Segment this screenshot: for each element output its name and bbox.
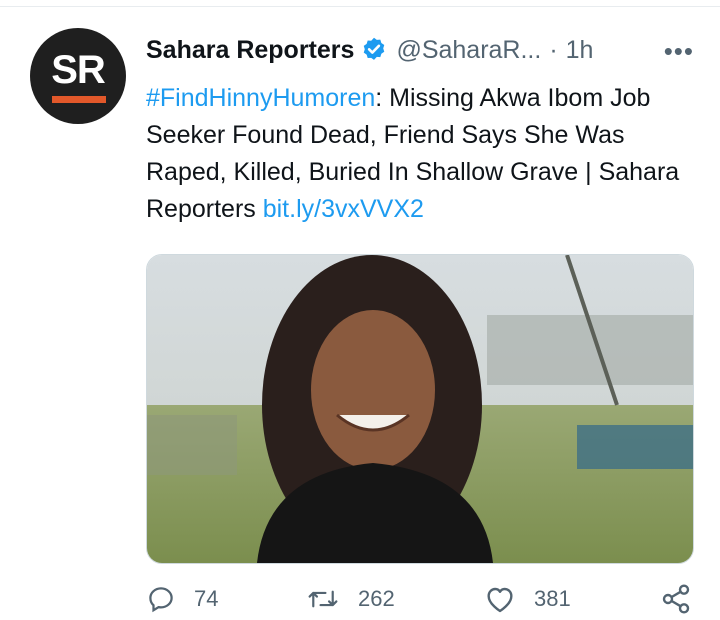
share-button[interactable] <box>660 582 710 616</box>
reply-count: 74 <box>194 586 219 611</box>
more-options-icon[interactable]: ••• <box>664 36 694 67</box>
share-icon <box>662 584 690 614</box>
separator-dot: · <box>549 35 558 64</box>
reply-button[interactable]: 74 <box>146 582 218 616</box>
author-handle[interactable]: @SaharaR... <box>396 36 541 65</box>
tweet-photo[interactable] <box>146 254 694 564</box>
retweet-icon <box>308 590 338 608</box>
retweet-count: 262 <box>358 586 395 611</box>
like-button[interactable]: 381 <box>484 582 571 616</box>
like-count: 381 <box>534 586 571 611</box>
verified-badge-icon <box>364 37 385 60</box>
top-divider <box>0 6 720 7</box>
author-name[interactable]: Sahara Reporters <box>146 36 354 65</box>
heart-icon <box>487 587 513 613</box>
avatar-initials: SR <box>51 48 106 92</box>
tweet-timestamp[interactable]: 1h <box>566 36 594 65</box>
hashtag-link[interactable]: #FindHinnyHumoren <box>146 84 375 112</box>
url-link[interactable]: bit.ly/3vxVVX2 <box>263 195 424 223</box>
avatar-brand-bar <box>52 96 106 103</box>
tweet-actions: 74 262 381 <box>146 582 696 616</box>
retweet-button[interactable]: 262 <box>306 582 395 616</box>
tweet-text: #FindHinnyHumoren: Missing Akwa Ibom Job… <box>146 80 696 228</box>
tweet-header: Sahara Reporters @SaharaR... · 1h ••• <box>146 30 706 70</box>
avatar[interactable]: SR <box>30 28 126 124</box>
reply-icon <box>149 587 173 613</box>
